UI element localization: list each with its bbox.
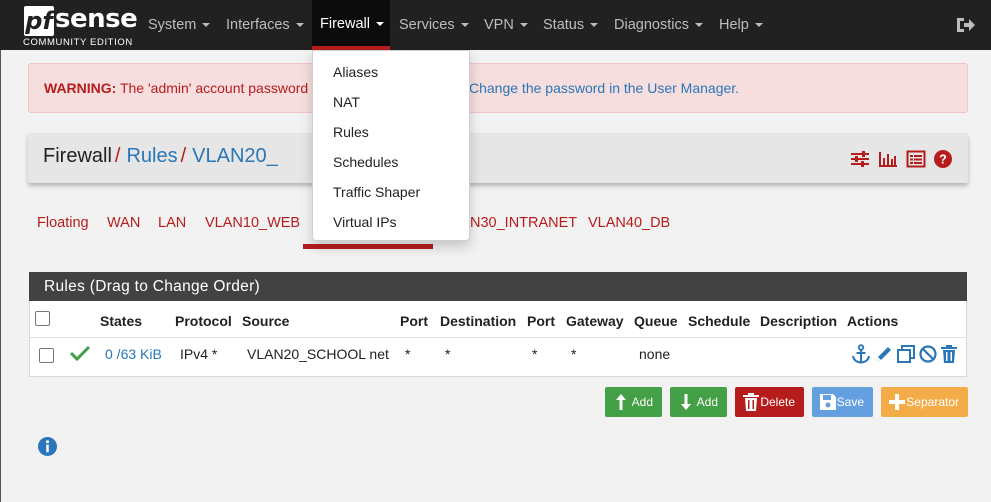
add-separator-button[interactable]: Separator [881,387,968,417]
window-edge [0,50,1,502]
delete-label: Delete [760,395,795,409]
col-protocol: Protocol [175,313,232,329]
table-header-divider [30,337,966,338]
rule-states[interactable]: 0 /63 KiB [105,346,162,362]
info-icon[interactable] [38,437,57,456]
copy-icon[interactable] [896,344,916,364]
rule-destination: * [445,346,451,362]
arrow-up-icon [616,394,626,410]
tab-vlan30-intranet[interactable]: N30_INTRANET [470,215,577,231]
breadcrumb-firewall: Firewall [43,145,112,167]
disable-icon[interactable] [918,344,938,364]
rules-panel-heading: Rules (Drag to Change Order) [29,272,967,301]
nav-help[interactable]: Help [711,0,771,50]
rule-protocol: IPv4 * [180,346,218,362]
nav-vpn[interactable]: VPN [476,0,536,50]
col-gateway: Gateway [566,313,624,329]
add-bottom-label: Add [696,395,718,409]
save-label: Save [836,395,864,409]
breadcrumb-separator: / [180,145,187,167]
add-bottom-button[interactable]: Add [670,387,727,417]
rule-gateway: * [571,346,577,362]
col-description: Description [760,313,838,329]
add-top-label: Add [631,395,653,409]
nav-diagnostics[interactable]: Diagnostics [606,0,711,50]
nav-firewall[interactable]: Firewall [312,0,390,50]
col-source: Source [242,313,290,329]
col-schedule: Schedule [688,313,751,329]
col-actions: Actions [847,313,899,329]
pfsense-logo[interactable]: pf sense COMMUNITY EDITION [22,4,138,48]
menu-item-traffic-shaper[interactable]: Traffic Shaper [333,184,420,200]
breadcrumb: Firewall / Rules / VLAN20_ [43,145,278,168]
admin-password-warning: WARNING: The 'admin' account password is… [28,63,968,113]
breadcrumb-interface[interactable]: VLAN20_ [192,145,278,167]
sign-out-icon[interactable] [955,15,975,35]
logo-edition: COMMUNITY EDITION [23,37,133,48]
menu-item-rules[interactable]: Rules [333,124,369,140]
trash-icon[interactable] [939,344,959,364]
col-queue: Queue [634,313,678,329]
col-states: States [100,313,143,329]
breadcrumb-bar: Firewall / Rules / VLAN20_ ? [28,133,968,183]
add-top-button[interactable]: Add [605,387,662,417]
nav-system[interactable]: System [140,0,218,50]
breadcrumb-rules[interactable]: Rules [126,145,177,167]
logo-mark: pf [24,6,54,36]
arrow-down-icon [681,394,691,410]
pencil-icon[interactable] [874,344,894,364]
menu-item-schedules[interactable]: Schedules [333,154,398,170]
rule-queue: none [639,346,671,362]
separator-label: Separator [906,395,959,409]
sliders-icon[interactable] [850,150,870,168]
bar-chart-icon[interactable] [878,150,898,168]
help-icon[interactable]: ? [934,150,952,168]
plus-icon [889,394,905,410]
col-source-port: Port [400,313,428,329]
anchor-icon[interactable] [851,344,871,364]
save-button[interactable]: Save [812,387,873,417]
top-navbar: pf sense COMMUNITY EDITION System Interf… [0,0,991,50]
col-destination-port: Port [527,313,555,329]
active-tab-indicator [303,244,433,249]
list-icon[interactable] [906,150,926,168]
rule-source: VLAN20_SCHOOL net [247,346,389,362]
col-destination: Destination [440,313,517,329]
select-all-checkbox[interactable] [35,311,50,326]
menu-item-aliases[interactable]: Aliases [333,64,378,80]
firewall-dropdown-menu: Aliases NAT Rules Schedules Traffic Shap… [312,50,470,241]
tab-lan[interactable]: LAN [158,215,186,231]
warning-prefix: WARNING: [44,80,117,96]
logo-name: sense [55,4,138,34]
check-icon[interactable] [70,345,90,361]
warning-text: The 'admin' account password is [119,80,323,96]
tab-floating[interactable]: Floating [37,215,89,231]
menu-item-virtual-ips[interactable]: Virtual IPs [333,214,397,230]
nav-services[interactable]: Services [391,0,477,50]
tab-wan[interactable]: WAN [107,215,140,231]
rule-destination-port: * [532,346,538,362]
trash-icon [743,393,759,411]
menu-item-nat[interactable]: NAT [333,94,360,110]
nav-interfaces[interactable]: Interfaces [218,0,312,50]
svg-text:?: ? [939,153,947,167]
nav-status[interactable]: Status [535,0,606,50]
floppy-disk-icon [820,394,836,410]
tab-vlan10-web[interactable]: VLAN10_WEB [205,215,300,231]
change-password-link[interactable]: Change the password in the User Manager. [469,64,739,112]
row-checkbox[interactable] [39,348,54,363]
tab-vlan40-db[interactable]: VLAN40_DB [588,215,670,231]
delete-button[interactable]: Delete [735,387,804,417]
rule-source-port: * [405,346,411,362]
breadcrumb-separator: / [114,145,121,167]
